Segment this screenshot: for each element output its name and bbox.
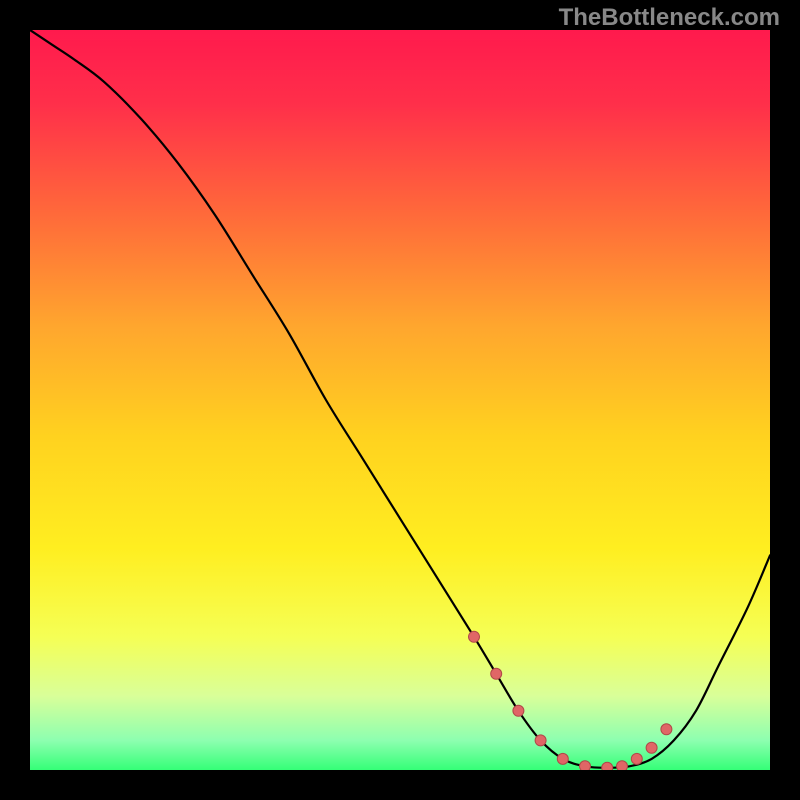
marker-dot — [557, 753, 568, 764]
marker-dot — [646, 742, 657, 753]
marker-dot — [535, 735, 546, 746]
marker-dot — [602, 762, 613, 770]
marker-dot — [513, 705, 524, 716]
bottleneck-curve — [30, 30, 770, 768]
curve-layer — [30, 30, 770, 770]
marker-dot — [661, 724, 672, 735]
marker-dot — [469, 631, 480, 642]
marker-dot — [617, 761, 628, 770]
watermark-label: TheBottleneck.com — [559, 4, 780, 32]
highlight-markers — [469, 631, 672, 770]
marker-dot — [631, 753, 642, 764]
marker-dot — [491, 668, 502, 679]
marker-dot — [580, 761, 591, 770]
chart-container: TheBottleneck.com — [0, 0, 800, 800]
